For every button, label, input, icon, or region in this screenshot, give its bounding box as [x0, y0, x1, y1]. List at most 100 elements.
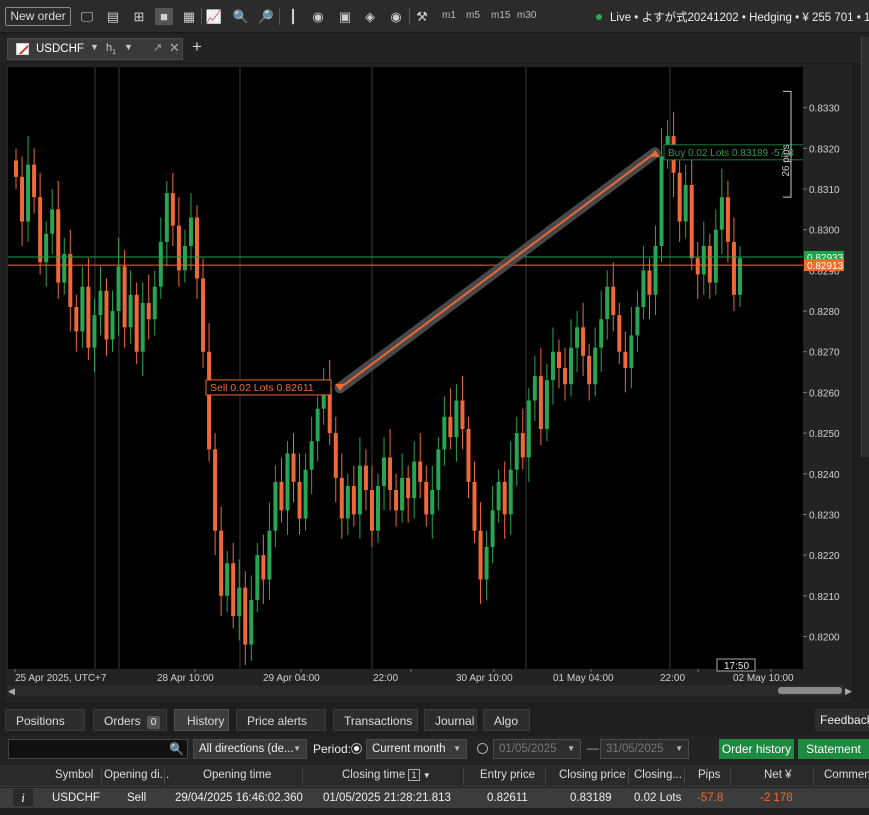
history-search-input[interactable]: 🔍	[8, 739, 188, 759]
column-divider[interactable]	[730, 768, 731, 785]
feedback-button[interactable]: Feedback	[815, 709, 869, 731]
detach-icon[interactable]: ↗	[153, 41, 162, 54]
col-closing-quantity[interactable]: Closing...	[634, 769, 682, 781]
period-custom-radio[interactable]	[477, 743, 488, 754]
new-order-button[interactable]: New order	[5, 7, 71, 26]
column-divider[interactable]	[302, 768, 303, 785]
candle-body	[74, 306, 79, 332]
robot-icon[interactable]: ▣	[336, 8, 354, 25]
grid-icon[interactable]: ⊞	[130, 8, 148, 25]
indicator-icon[interactable]: 📈	[205, 8, 223, 25]
tab-history[interactable]: History	[174, 709, 229, 731]
circle-icon[interactable]: ◉	[309, 8, 327, 25]
candle-body	[32, 164, 37, 198]
candle-body	[80, 286, 85, 332]
buy-label: Buy 0.02 Lots 0.83189 -57.8	[668, 148, 794, 159]
price-tick-label: 0.8210	[809, 592, 840, 603]
toolbar-divider	[279, 8, 280, 25]
candle-body	[140, 302, 145, 352]
period-label: Period:	[313, 742, 352, 756]
price-axis[interactable]: 0.83300.83200.83100.83000.82900.82800.82…	[803, 64, 852, 684]
column-divider[interactable]	[101, 768, 102, 785]
side-panel-strip[interactable]	[861, 37, 869, 457]
direction-select[interactable]: All directions (de... ▼	[193, 739, 307, 759]
candle-body	[719, 197, 724, 230]
candle-body	[116, 266, 121, 312]
timeframe-m5[interactable]: m5	[466, 10, 480, 21]
order-history-button[interactable]: Order history	[719, 739, 794, 759]
timeframe-m30[interactable]: m30	[517, 10, 536, 21]
candle-body	[339, 477, 344, 519]
zoom-out-icon[interactable]: 🔍	[232, 8, 250, 25]
column-divider[interactable]	[164, 768, 165, 785]
close-icon[interactable]: ✕	[169, 40, 180, 56]
candle-body	[629, 335, 634, 368]
col-opening-direction[interactable]: Opening di...	[104, 769, 169, 781]
statement-button[interactable]: Statement	[798, 739, 869, 759]
single-chart-icon[interactable]: ■	[155, 8, 173, 25]
candle-body	[201, 278, 206, 352]
tab-algo[interactable]: Algo	[483, 709, 530, 731]
col-pips[interactable]: Pips	[698, 769, 720, 781]
candle-body	[50, 209, 55, 234]
zoom-in-icon[interactable]: 🔎	[257, 8, 275, 25]
tab-journal[interactable]: Journal	[424, 709, 477, 731]
add-tab-icon[interactable]: +	[192, 37, 202, 57]
timeframe-m15[interactable]: m15	[491, 10, 510, 21]
date-from-input[interactable]: 01/05/2025 ▼	[493, 739, 581, 759]
horizontal-scrollbar-thumb[interactable]	[778, 687, 842, 694]
candle-body	[412, 461, 417, 499]
tools-icon[interactable]: ⚒	[413, 8, 431, 25]
price-tick-label: 0.8250	[809, 429, 840, 440]
chart-tab[interactable]: USDCHF ▼ h1 ▼ ↗ ✕	[7, 38, 183, 60]
account-status[interactable]: Live • よすが式20241202 • Hedging • ¥ 255 70…	[596, 9, 869, 25]
candle-body	[532, 376, 537, 401]
symbol-dropdown-icon[interactable]: ▼	[90, 42, 99, 52]
column-divider[interactable]	[463, 768, 464, 785]
col-symbol[interactable]: Symbol	[55, 769, 93, 781]
column-divider[interactable]	[684, 768, 685, 785]
date-to-input[interactable]: 31/05/2025 ▼	[600, 739, 689, 759]
scroll-left-icon[interactable]: ◀	[8, 686, 15, 696]
column-divider[interactable]	[545, 768, 546, 785]
price-tick-label: 0.8230	[809, 510, 840, 521]
eye-icon[interactable]: ◉	[387, 8, 405, 25]
timeframe-m1[interactable]: m1	[442, 10, 456, 21]
candle-body	[152, 286, 157, 320]
tab-price-alerts[interactable]: Price alerts0	[236, 709, 326, 751]
info-icon[interactable]: i	[13, 789, 33, 806]
chart-icon[interactable]: 🖵	[78, 8, 96, 25]
tab-transactions[interactable]: Transactions	[333, 709, 418, 731]
scroll-right-icon[interactable]: ▶	[845, 686, 852, 696]
sort-desc-icon: ▼	[422, 771, 431, 780]
price-chart[interactable]: Sell 0.02 Lots 0.82611 Buy 0.02 Lots 0.83…	[5, 64, 852, 702]
timeframe-selector[interactable]: h1	[106, 42, 116, 56]
timeframe-dropdown-icon[interactable]: ▼	[124, 42, 133, 52]
candle-body	[569, 347, 574, 385]
split-chart-icon[interactable]: ▦	[180, 8, 198, 25]
cell-entry-price: 0.82611	[487, 792, 528, 804]
candle-type-icon[interactable]: ┃	[284, 8, 302, 25]
col-closing-price[interactable]: Closing price	[559, 769, 625, 781]
candle-body	[261, 555, 266, 580]
col-net[interactable]: Net ¥	[764, 769, 792, 781]
col-closing-time[interactable]: Closing time 1 ▼	[342, 769, 431, 781]
col-entry-price[interactable]: Entry price	[480, 769, 535, 781]
cell-closing-price: 0.83189	[570, 792, 612, 804]
period-current-radio[interactable]	[351, 743, 362, 754]
column-divider[interactable]	[813, 768, 814, 785]
column-divider[interactable]	[628, 768, 629, 785]
period-select[interactable]: Current month ▼	[366, 739, 467, 759]
horizontal-scrollbar-track[interactable]	[8, 685, 844, 696]
tab-orders[interactable]: Orders 0	[93, 709, 167, 731]
cell-closing-quantity: 0.02 Lots	[634, 792, 682, 804]
chart-canvas[interactable]: Sell 0.02 Lots 0.82611 Buy 0.02 Lots 0.83…	[5, 64, 852, 702]
layers-icon[interactable]: ◈	[361, 8, 379, 25]
col-comment[interactable]: Comment	[824, 769, 869, 781]
col-opening-time[interactable]: Opening time	[203, 769, 271, 781]
layout-icon[interactable]: ▤	[104, 8, 122, 25]
tab-positions[interactable]: Positions0	[5, 709, 85, 751]
toolbar-divider	[409, 8, 410, 25]
search-icon[interactable]: 🔍	[169, 742, 184, 756]
candle-body	[436, 449, 441, 491]
